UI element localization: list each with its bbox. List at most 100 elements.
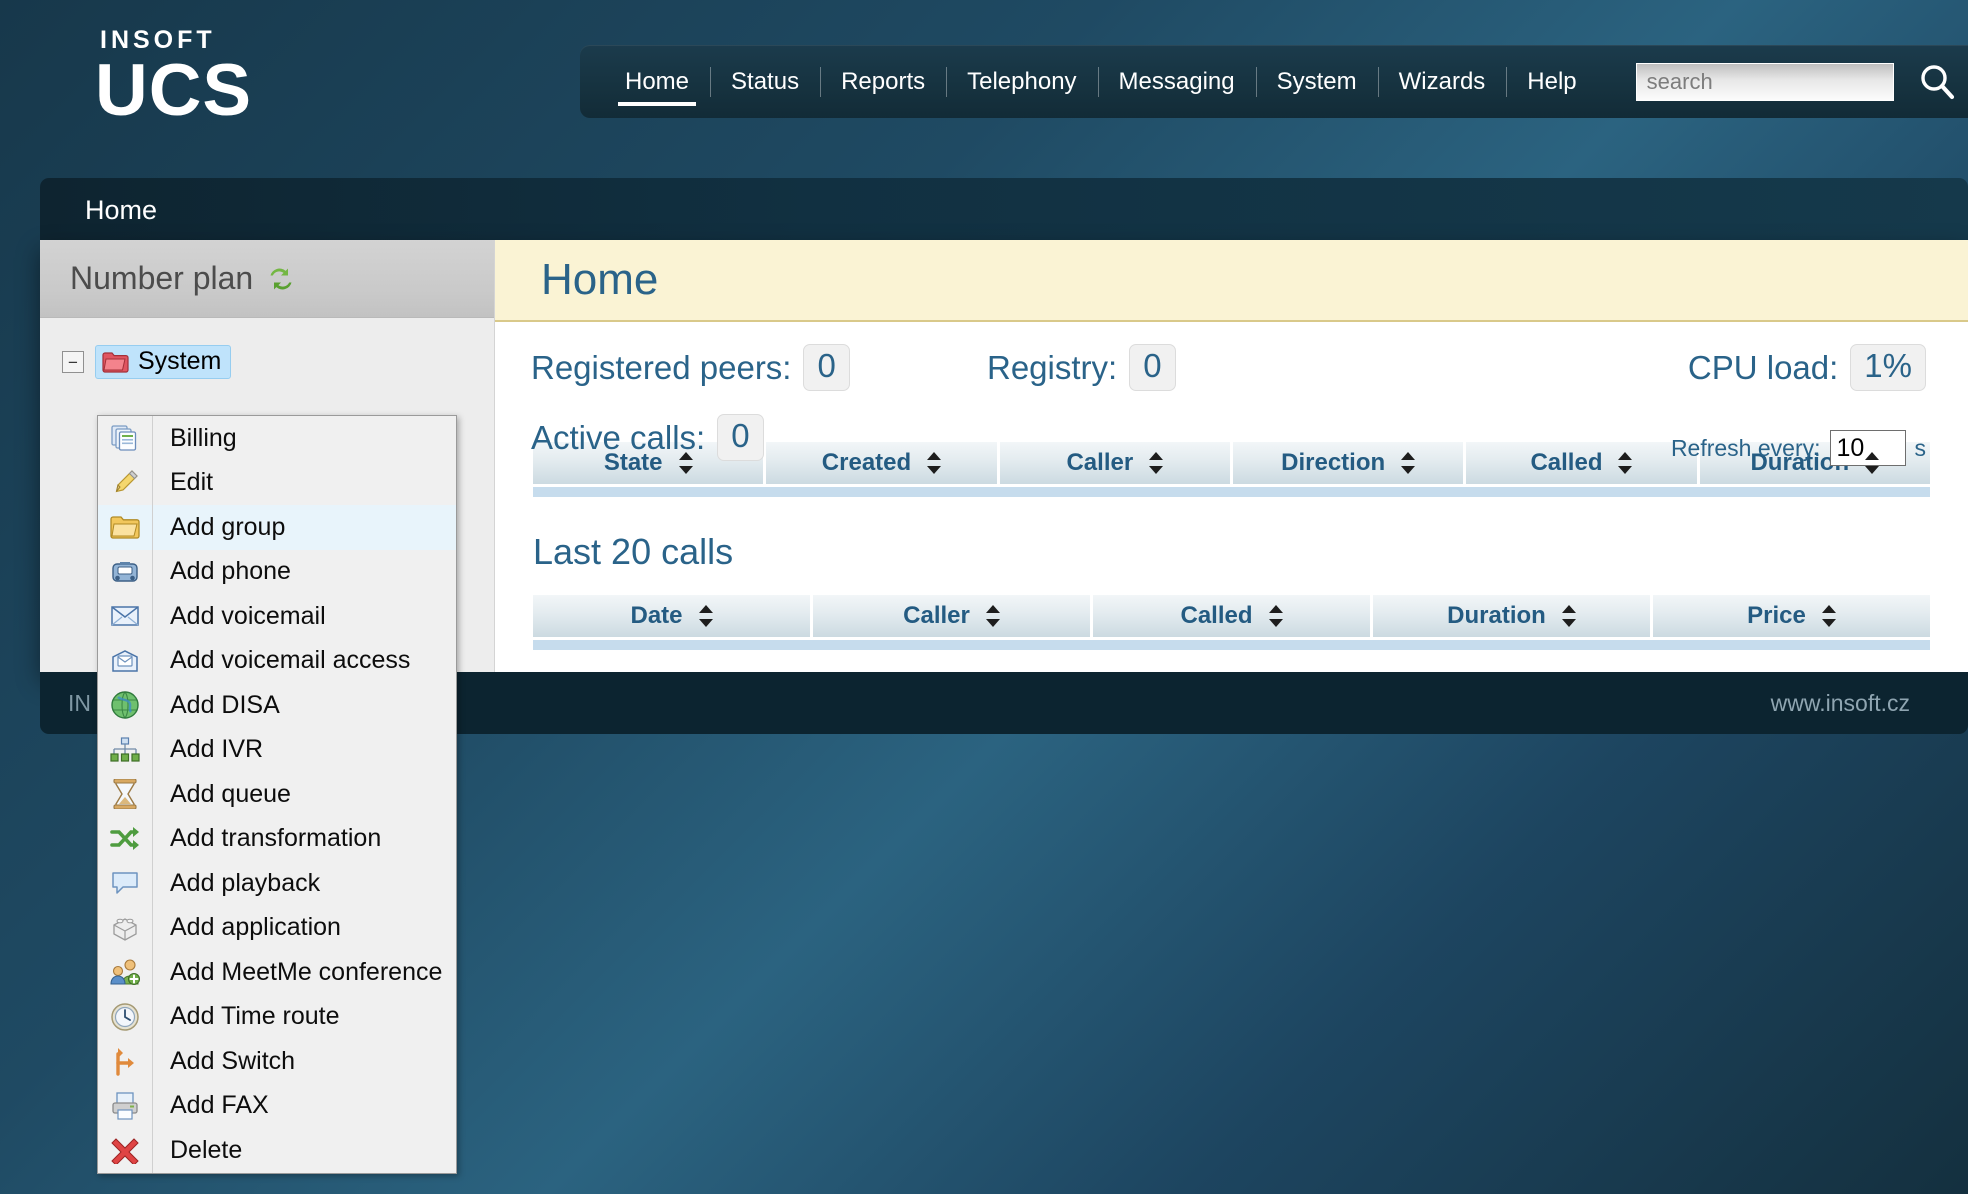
sort-arrows-icon[interactable] <box>1561 605 1576 627</box>
tree-node-system[interactable]: System <box>95 345 232 379</box>
menu-item-add-voicemail[interactable]: Add voicemail <box>98 594 456 639</box>
menu-item-label: Add Switch <box>170 1046 296 1075</box>
users-add-icon <box>98 958 152 986</box>
menu-item-add-disa[interactable]: Add DISA <box>98 683 456 728</box>
printer-icon <box>98 1092 152 1120</box>
menu-item-label: Add playback <box>170 868 321 897</box>
search-input[interactable] <box>1635 62 1894 101</box>
column-label: Caller <box>903 602 970 629</box>
main-panel: Home Registered peers: 0 Registry: 0 CPU… <box>495 240 1968 672</box>
sort-arrows-icon[interactable] <box>1401 452 1416 474</box>
sort-arrows-icon[interactable] <box>927 452 942 474</box>
main-navigation: Home Status Reports Telephony Messaging Syste… <box>580 45 1598 118</box>
stat-active-calls: Active calls: 0 <box>531 414 764 461</box>
status-summary: Registered peers: 0 Registry: 0 CPU load… <box>495 322 1968 466</box>
menu-item-add-switch[interactable]: Add Switch <box>98 1039 456 1084</box>
menu-item-add-time-route[interactable]: Add Time route <box>98 994 456 1039</box>
tree-node-label: System <box>138 347 222 375</box>
menu-item-add-phone[interactable]: Add phone <box>98 549 456 594</box>
sort-arrows-icon[interactable] <box>1865 452 1880 474</box>
menu-item-add-group[interactable]: Add group <box>98 505 456 550</box>
sort-arrows-icon[interactable] <box>1149 452 1164 474</box>
active-calls-column-called[interactable]: Called <box>1466 442 1697 484</box>
folder-red-icon <box>102 351 129 373</box>
menu-item-label: Delete <box>170 1135 243 1164</box>
phone-icon <box>98 558 152 586</box>
active-calls-column-caller[interactable]: Caller <box>999 442 1230 484</box>
tree-collapse-toggle[interactable]: − <box>62 351 84 373</box>
menu-item-add-ivr[interactable]: Add IVR <box>98 727 456 772</box>
branch-arrow-icon <box>98 1046 152 1076</box>
stat-registered-peers: Registered peers: 0 <box>531 344 850 391</box>
envelope-icon <box>98 604 152 628</box>
nav-item-wizards[interactable]: Wizards <box>1377 45 1507 118</box>
menu-item-label: Add MeetMe conference <box>170 957 443 986</box>
menu-item-edit[interactable]: Edit <box>98 460 456 505</box>
globe-icon <box>98 690 152 720</box>
last-calls-column-called[interactable]: Called <box>1093 595 1370 637</box>
column-label: Called <box>1180 602 1253 629</box>
menu-item-add-voicemail-access[interactable]: Add voicemail access <box>98 638 456 683</box>
menu-item-label: Add voicemail access <box>170 646 411 675</box>
nav-item-messaging[interactable]: Messaging <box>1097 45 1256 118</box>
main-navigation-bar: Home Status Reports Telephony Messaging Syste… <box>580 45 1968 118</box>
menu-item-label: Add IVR <box>170 735 264 764</box>
menu-item-add-application[interactable]: Add application <box>98 905 456 950</box>
nav-item-home[interactable]: Home <box>604 45 710 118</box>
nav-item-system[interactable]: System <box>1255 45 1378 118</box>
sort-arrows-icon[interactable] <box>1618 452 1633 474</box>
last-calls-title: Last 20 calls <box>533 531 734 572</box>
active-calls-column-created[interactable]: Created <box>766 442 997 484</box>
registry-value: 0 <box>1129 344 1176 391</box>
page-header: Home <box>495 240 1968 322</box>
sort-arrows-icon[interactable] <box>1268 605 1283 627</box>
active-calls-value: 0 <box>717 414 764 461</box>
nav-item-reports[interactable]: Reports <box>820 45 946 118</box>
column-label: Direction <box>1281 449 1386 476</box>
brand-logo: INSOFT UCS <box>95 28 252 128</box>
menu-item-billing[interactable]: Billing <box>98 416 456 461</box>
sort-arrows-icon[interactable] <box>1821 605 1836 627</box>
cpu-load-label: CPU load: <box>1687 348 1839 386</box>
documents-icon <box>98 423 152 453</box>
brick-icon <box>98 915 152 941</box>
menu-item-add-queue[interactable]: Add queue <box>98 772 456 817</box>
sort-arrows-icon[interactable] <box>678 452 693 474</box>
registered-peers-label: Registered peers: <box>531 348 792 386</box>
last-calls-column-price[interactable]: Price <box>1653 595 1930 637</box>
last-calls-column-date[interactable]: Date <box>533 595 810 637</box>
last-calls-column-caller[interactable]: Caller <box>813 595 1090 637</box>
column-label: Price <box>1747 602 1806 629</box>
nav-item-telephony[interactable]: Telephony <box>946 45 1097 118</box>
column-label: Date <box>630 602 683 629</box>
sidebar-header: Number plan <box>40 240 494 318</box>
context-menu: Billing Edit Add group Add phone Add voicema… <box>97 415 457 1174</box>
hierarchy-icon <box>98 737 152 763</box>
sidebar-title: Number plan <box>70 260 254 296</box>
menu-item-add-meetme-conference[interactable]: Add MeetMe conference <box>98 950 456 995</box>
footer-website-link[interactable]: www.insoft.cz <box>1771 690 1910 717</box>
menu-item-add-playback[interactable]: Add playback <box>98 861 456 906</box>
last-calls-table-body <box>533 640 1930 650</box>
last-calls-column-duration[interactable]: Duration <box>1373 595 1650 637</box>
breadcrumb[interactable]: Home <box>85 195 157 226</box>
menu-item-delete[interactable]: Delete <box>98 1128 456 1173</box>
menu-item-add-transformation[interactable]: Add transformation <box>98 816 456 861</box>
stat-registry: Registry: 0 <box>987 344 1176 391</box>
menu-item-label: Add FAX <box>170 1091 269 1120</box>
tree-row: − System <box>62 344 494 380</box>
page-title: Home <box>541 255 659 304</box>
menu-item-label: Add transformation <box>170 824 382 853</box>
sort-arrows-icon[interactable] <box>985 605 1000 627</box>
red-x-icon <box>98 1136 152 1165</box>
nav-item-status[interactable]: Status <box>710 45 820 118</box>
menu-item-add-fax[interactable]: Add FAX <box>98 1083 456 1128</box>
menu-item-label: Add DISA <box>170 690 280 719</box>
speech-bubble-icon <box>98 870 152 896</box>
top-header: INSOFT UCS Home Status Reports Telephony Mes… <box>0 0 1968 168</box>
search-icon[interactable] <box>1914 59 1960 105</box>
refresh-icon[interactable] <box>267 265 295 293</box>
active-calls-column-direction[interactable]: Direction <box>1232 442 1464 484</box>
nav-item-help[interactable]: Help <box>1506 45 1597 118</box>
sort-arrows-icon[interactable] <box>698 605 713 627</box>
